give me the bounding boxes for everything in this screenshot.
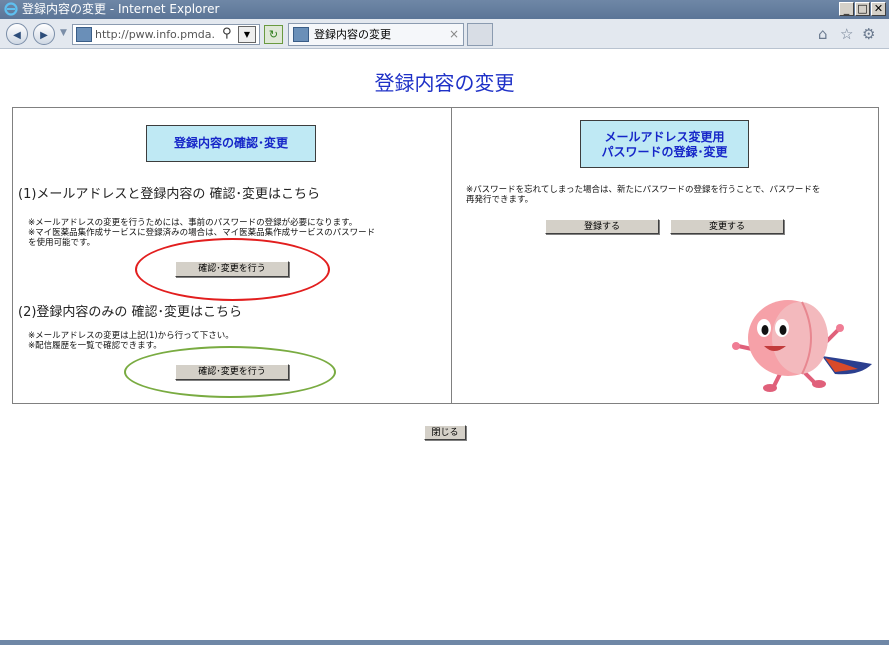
password-heading: メールアドレス変更用 パスワードの登録･変更 (580, 120, 749, 168)
back-button[interactable]: ◀ (6, 23, 28, 45)
confirm-change-heading: 登録内容の確認･変更 (146, 125, 316, 162)
password-note-1: ※パスワードを忘れてしまった場合は、新たにパスワードの登録を行うことで、パスワー… (466, 185, 821, 195)
page-title: 登録内容の変更 (374, 71, 515, 95)
window-bottom-border (0, 640, 889, 645)
password-heading-line1: メールアドレス変更用 (604, 130, 725, 144)
refresh-icon[interactable]: ↻ (264, 25, 283, 44)
site-favicon-icon (76, 27, 92, 42)
section1-note-2: ※マイ医薬品集作成サービスに登録済みの場合は、マイ医薬品集作成サービスのパスワー… (28, 228, 376, 238)
window-titlebar[interactable]: 登録内容の変更 - Internet Explorer _ □ ✕ (0, 0, 889, 19)
tab-close-icon[interactable]: × (449, 27, 459, 42)
address-bar[interactable]: http://pww.info.pmda.go.jp/pu ⚲ ▼ (72, 24, 260, 45)
tab-favicon-icon (293, 27, 309, 42)
close-page-button[interactable]: 閉じる (424, 425, 466, 440)
pill-mascot-icon (732, 300, 872, 392)
home-icon[interactable]: ⌂ (818, 25, 828, 43)
forward-button[interactable]: ▶ (33, 23, 55, 45)
section1-note-1: ※メールアドレスの変更を行うためには、事前のパスワードの登録が必要になります。 (28, 218, 358, 228)
browser-tab[interactable]: 登録内容の変更 × (288, 23, 464, 46)
highlight-ring-green (124, 346, 336, 398)
new-tab-button[interactable] (467, 23, 493, 46)
back-arrow-icon: ◀ (13, 30, 21, 41)
close-window-button[interactable]: ✕ (871, 2, 886, 16)
column-divider (451, 107, 452, 404)
password-note-2: 再発行できます。 (466, 195, 534, 205)
gear-icon[interactable]: ⚙ (862, 25, 875, 43)
section1-title: (1)メールアドレスと登録内容の 確認･変更はこちら (18, 187, 321, 202)
search-icon[interactable]: ⚲ (222, 26, 232, 41)
ie-logo-icon (4, 2, 18, 16)
tab-title: 登録内容の変更 (314, 28, 391, 41)
browser-navbar: ◀ ▶ ▼ http://pww.info.pmda.go.jp/pu ⚲ ▼ … (0, 19, 889, 49)
section1-note-3: を使用可能です。 (28, 238, 96, 248)
maximize-button[interactable]: □ (855, 2, 870, 16)
history-dropdown-icon[interactable]: ▼ (60, 28, 67, 38)
address-dropdown-icon[interactable]: ▼ (238, 26, 256, 43)
address-url: http://pww.info.pmda.go.jp/pu (95, 28, 215, 41)
window-title: 登録内容の変更 - Internet Explorer (22, 2, 220, 16)
minimize-button[interactable]: _ (839, 2, 854, 16)
register-password-button[interactable]: 登録する (545, 219, 659, 234)
section2-note-1: ※メールアドレスの変更は上記(1)から行って下さい。 (28, 331, 234, 341)
section2-note-2: ※配信履歴を一覧で確認できます。 (28, 341, 162, 351)
section2-title: (2)登録内容のみの 確認･変更はこちら (18, 305, 243, 320)
change-password-button[interactable]: 変更する (670, 219, 784, 234)
password-heading-line2: パスワードの登録･変更 (601, 145, 728, 159)
forward-arrow-icon: ▶ (40, 30, 48, 41)
star-icon[interactable]: ☆ (840, 25, 853, 43)
highlight-ring-red (135, 238, 330, 301)
